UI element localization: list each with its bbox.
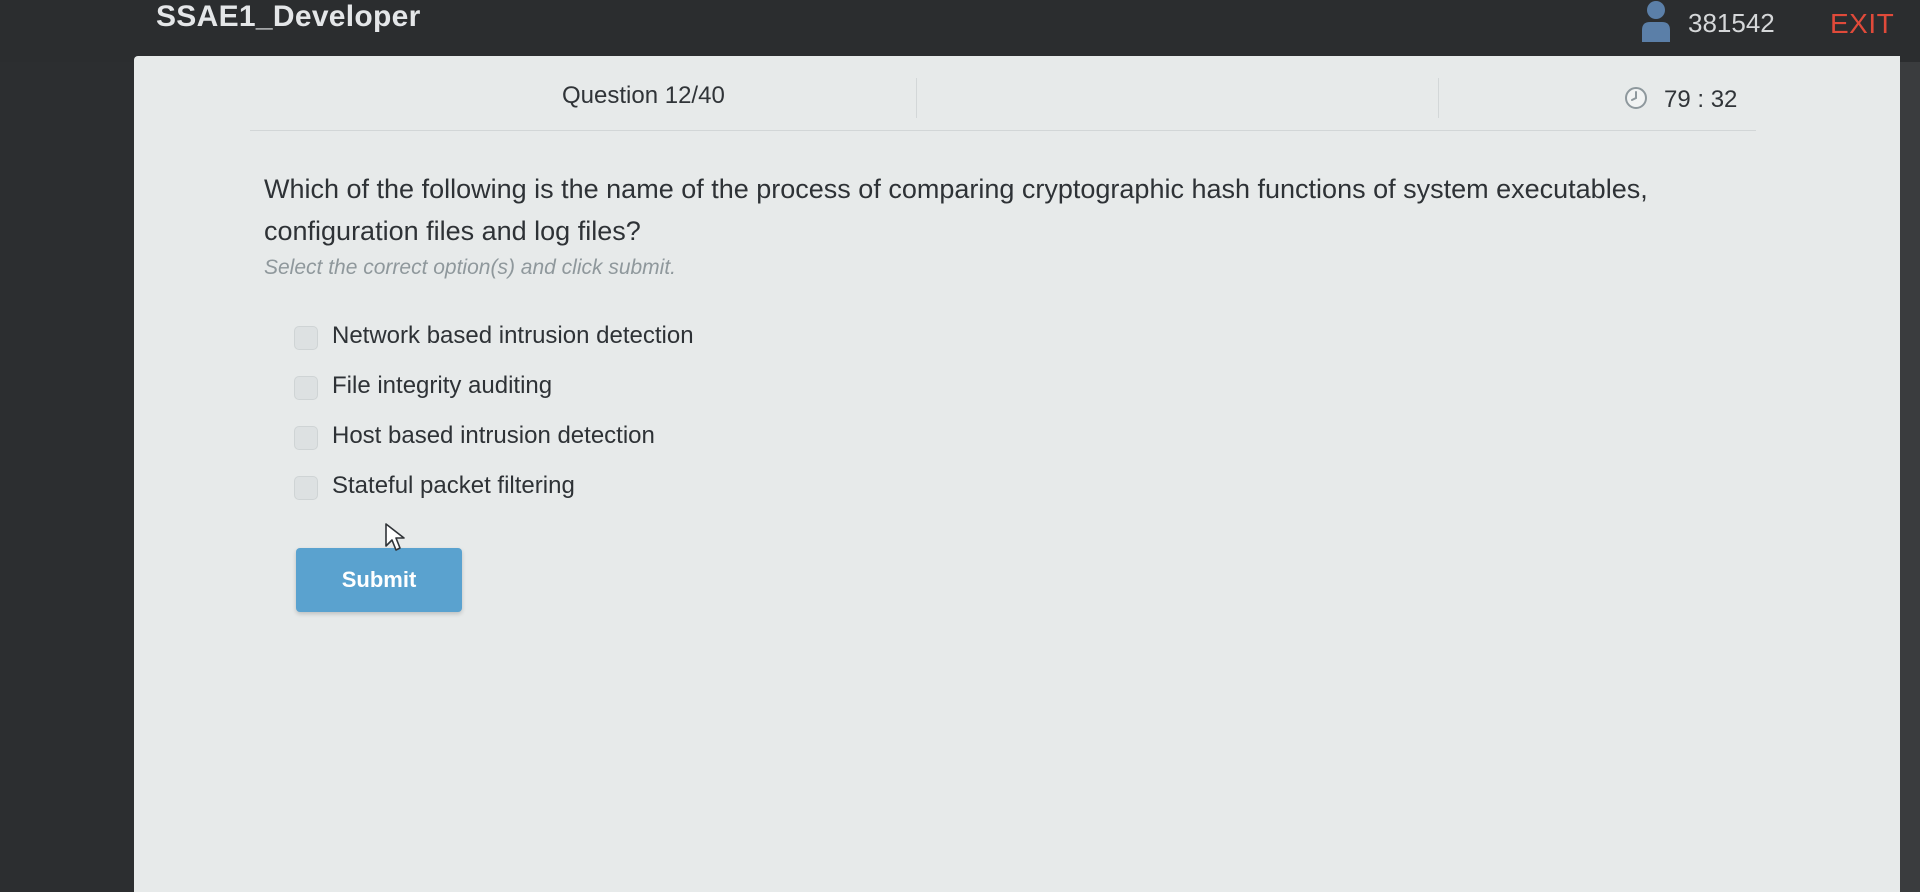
exit-button[interactable]: EXIT [1830,8,1894,40]
user-icon [1642,1,1670,42]
header-divider [916,78,917,118]
instruction-text: Select the correct option(s) and click s… [264,256,677,279]
option-checkbox[interactable] [294,426,318,450]
question-panel: Question 12/40 79 : 32 Which of the foll… [134,56,1900,892]
app-title: SSAE1_Developer [156,0,421,33]
option-checkbox[interactable] [294,326,318,350]
question-header: Question 12/40 79 : 32 [250,56,1756,131]
header-divider [1438,78,1439,118]
option-checkbox[interactable] [294,376,318,400]
question-counter: Question 12/40 [562,82,725,109]
option-label: Network based intrusion detection [332,322,694,349]
user-id: 381542 [1688,8,1775,38]
clock-icon [1625,87,1647,109]
option-label: Stateful packet filtering [332,472,575,499]
top-bar: SSAE1_Developer 381542 EXIT [0,0,1920,62]
submit-button[interactable]: Submit [296,548,462,612]
option-label: Host based intrusion detection [332,422,655,449]
option-checkbox[interactable] [294,476,318,500]
option-label: File integrity auditing [332,372,553,399]
right-margin [1898,62,1920,892]
question-text: Which of the following is the name of th… [264,174,1648,246]
timer: 79 : 32 [1664,86,1738,113]
mouse-cursor-icon [385,523,405,551]
